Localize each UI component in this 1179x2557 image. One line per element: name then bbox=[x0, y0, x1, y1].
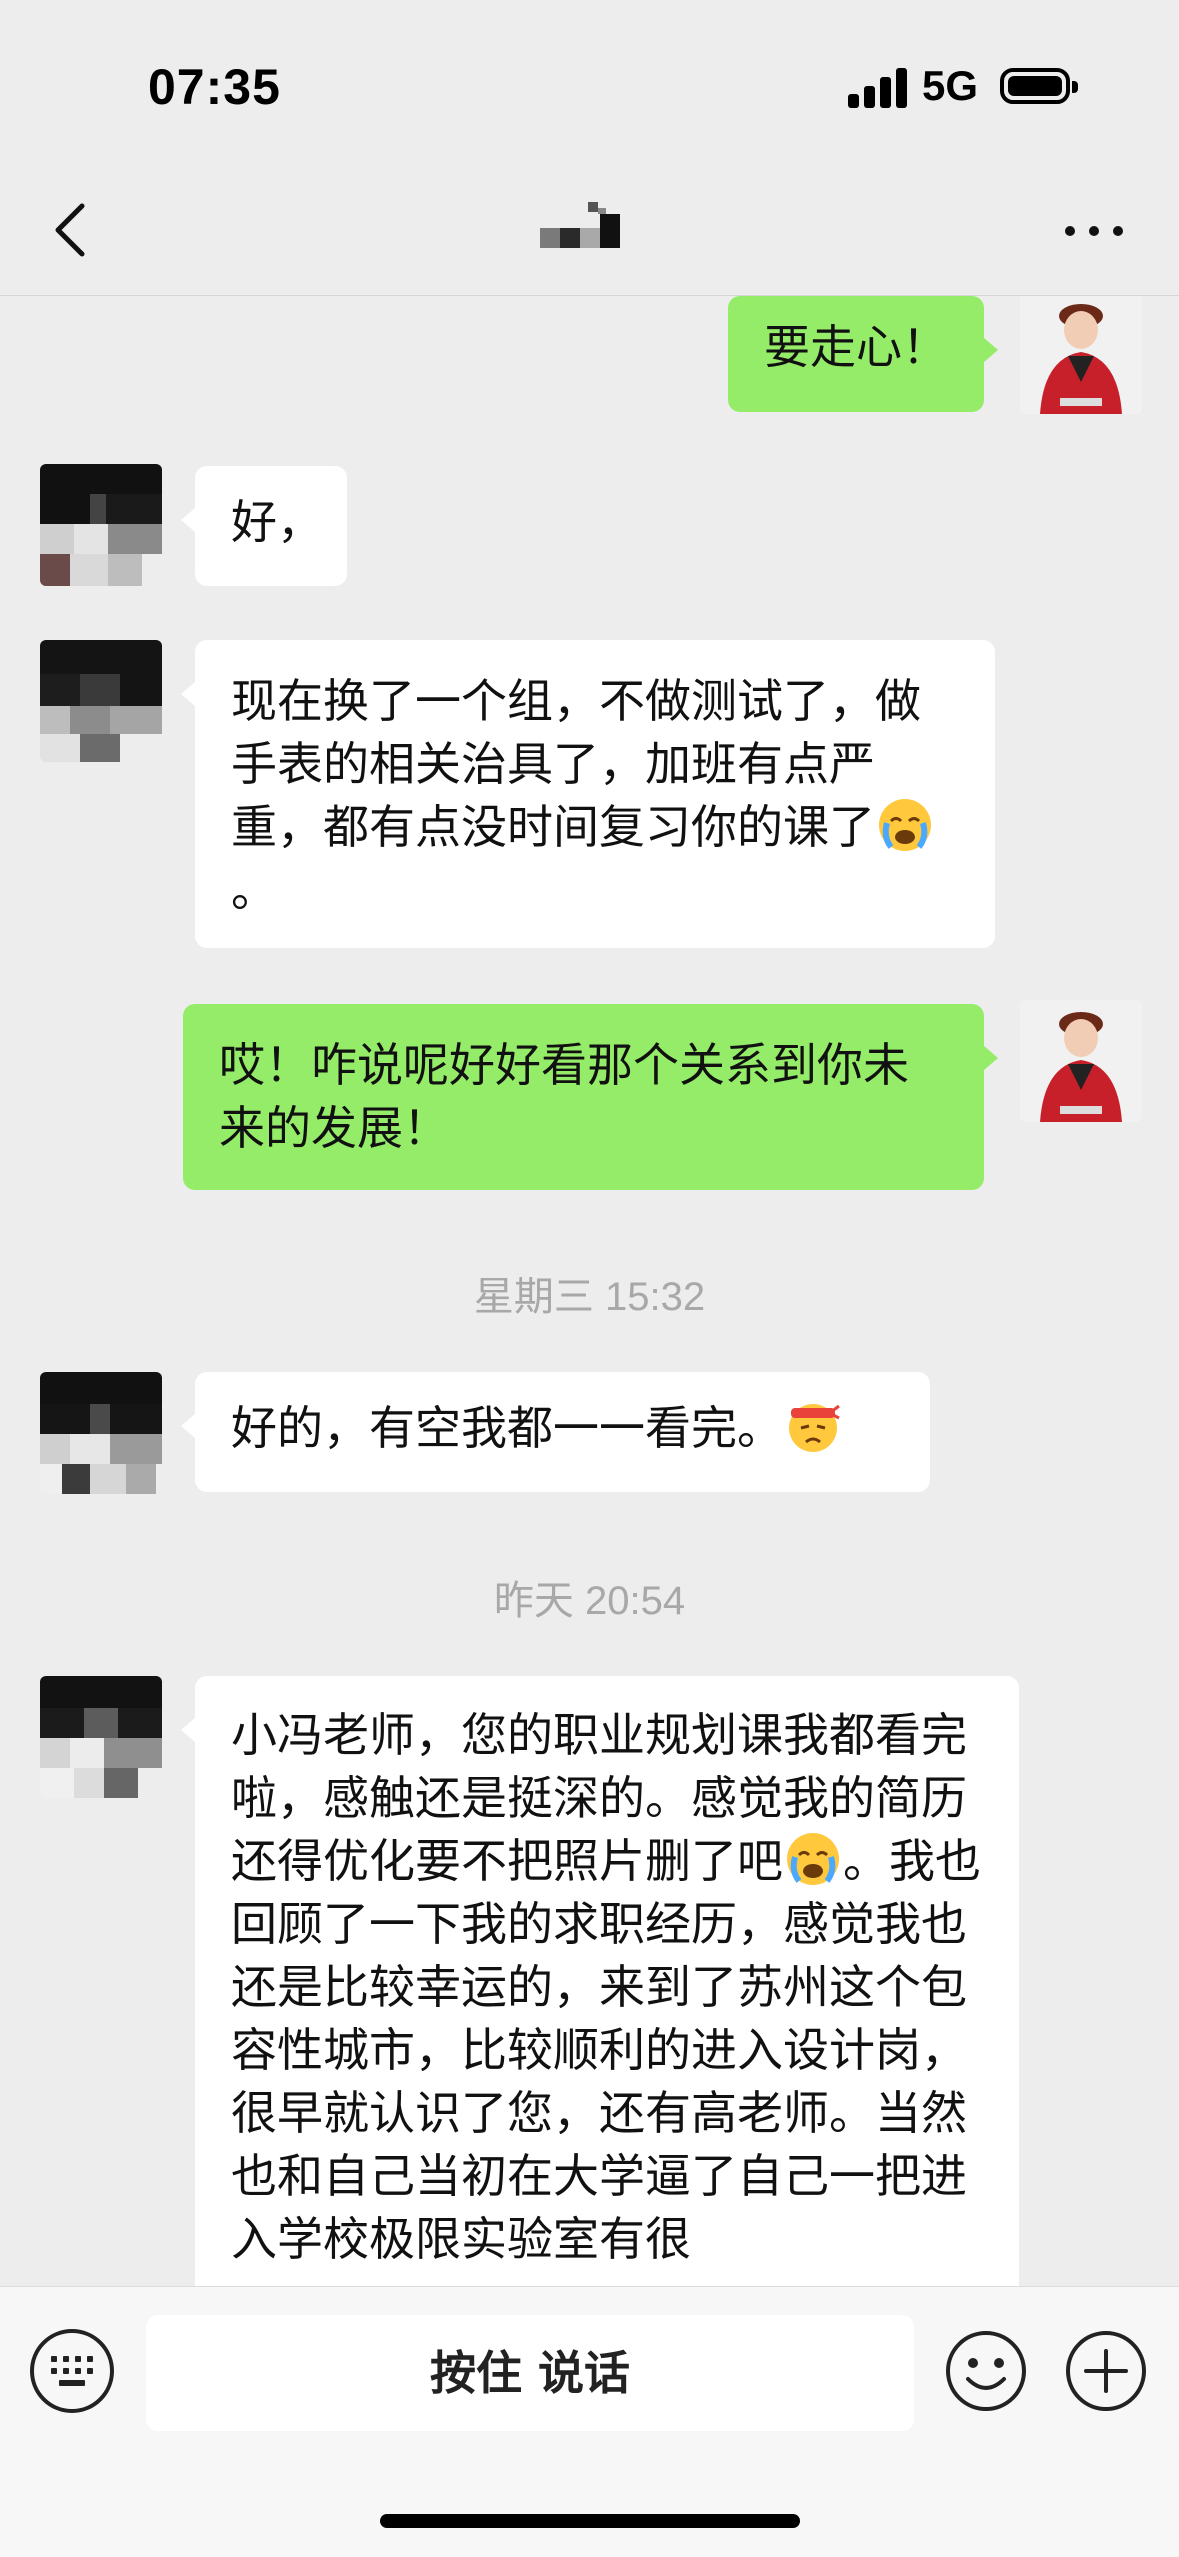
network-type: 5G bbox=[922, 62, 979, 109]
avatar-pixelated bbox=[40, 464, 162, 586]
incoming-message[interactable]: 好， bbox=[181, 466, 347, 586]
avatar-photo bbox=[1020, 1000, 1142, 1122]
crying-face-emoji bbox=[785, 1831, 841, 1887]
incoming-message[interactable]: 好的，有空我都一一看完。 bbox=[181, 1372, 930, 1492]
hold-to-talk-button[interactable]: 按住 说话 bbox=[146, 2315, 914, 2431]
my-avatar[interactable] bbox=[1020, 296, 1142, 414]
chevron-left-icon bbox=[55, 203, 85, 257]
outgoing-message[interactable]: 哎！咋说呢好好看那个关系到你未来的发展！ bbox=[183, 1004, 998, 1190]
message-text-tail: 。 bbox=[231, 863, 277, 917]
crying-face-emoji bbox=[877, 797, 933, 853]
message-timestamp: 昨天 20:54 bbox=[493, 1579, 686, 1623]
incoming-message[interactable]: 小冯老师，您的职业规划课我都看完啦，感触还是挺深的。感觉我的简历还得优化要不把照… bbox=[181, 1676, 1019, 2286]
outgoing-message[interactable]: 要走心！ bbox=[728, 296, 998, 412]
emoji-icon bbox=[946, 2331, 1026, 2411]
message-text: 现在换了一个组，不做测试了，做手表的相关治具了，加班有点严重，都有点没时间复习你… bbox=[231, 674, 921, 854]
home-indicator[interactable] bbox=[380, 2514, 800, 2528]
message-text: 好的，有空我都一一看完。 bbox=[231, 1401, 783, 1455]
avatar-pixelated bbox=[40, 640, 162, 762]
message-text: 哎！咋说呢好好看那个关系到你未来的发展！ bbox=[219, 1038, 909, 1155]
emoji-button[interactable] bbox=[944, 2329, 1028, 2413]
message-text-tail: 。我也回顾了一下我的求职经历，感觉我也还是比较幸运的，来到了苏州这个包容性城市，… bbox=[231, 1834, 981, 2266]
plus-icon bbox=[1066, 2331, 1146, 2411]
message-timestamp: 星期三 15:32 bbox=[473, 1275, 706, 1319]
back-button[interactable] bbox=[40, 194, 100, 264]
chat-header bbox=[0, 170, 1179, 296]
avatar-photo bbox=[1020, 296, 1142, 414]
avatar-pixelated bbox=[40, 1372, 162, 1494]
avatar-pixelated bbox=[40, 1676, 162, 1798]
message-text: 要走心！ bbox=[764, 320, 948, 374]
chat-message-list[interactable]: 要走心！ 好， 现在换了一个组，不做测试了，做手表的相关治具了，加班有点严重，都… bbox=[0, 296, 1179, 2286]
contact-avatar[interactable] bbox=[40, 464, 162, 586]
contact-name-pixelated bbox=[540, 200, 640, 260]
contact-avatar[interactable] bbox=[40, 1372, 162, 1494]
my-avatar[interactable] bbox=[1020, 1000, 1142, 1122]
contact-avatar[interactable] bbox=[40, 640, 162, 762]
determined-face-emoji bbox=[785, 1398, 841, 1454]
status-time: 07:35 bbox=[148, 59, 281, 115]
keyboard-toggle-button[interactable] bbox=[30, 2329, 114, 2413]
signal-icon bbox=[848, 68, 912, 108]
status-bar: 07:35 5G bbox=[0, 0, 1179, 170]
contact-avatar[interactable] bbox=[40, 1676, 162, 1798]
message-text: 好， bbox=[231, 495, 323, 549]
battery-icon bbox=[1000, 68, 1078, 104]
more-button[interactable] bbox=[1060, 206, 1130, 256]
incoming-message[interactable]: 现在换了一个组，不做测试了，做手表的相关治具了，加班有点严重，都有点没时间复习你… bbox=[181, 640, 995, 948]
keyboard-icon bbox=[51, 2356, 93, 2386]
more-actions-button[interactable] bbox=[1064, 2329, 1148, 2413]
